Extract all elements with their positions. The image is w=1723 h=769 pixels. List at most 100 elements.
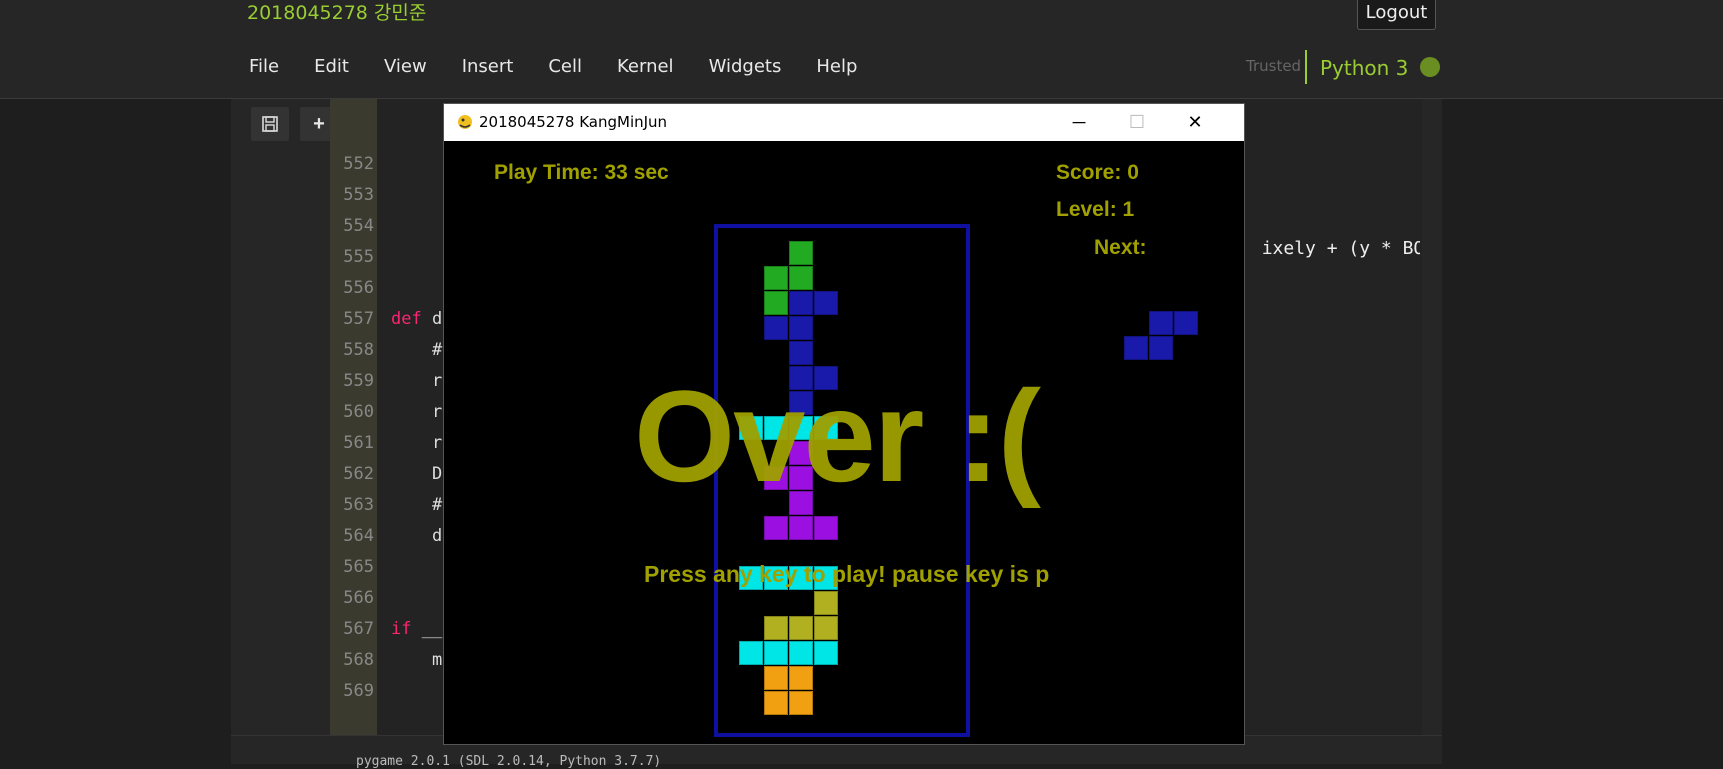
notebook-header: 2018045278 강민준 Logout File Edit View Ins… [0,0,1723,99]
line-number: 569 [343,681,374,701]
tetris-block [789,641,813,665]
logout-button[interactable]: Logout [1357,0,1436,30]
code-text: d [391,526,443,546]
tetris-block [789,666,813,690]
tetris-block [764,641,788,665]
line-number: 556 [343,278,374,298]
line-number: 560 [343,402,374,422]
code-line: D [391,464,442,484]
tetris-block [764,266,788,290]
tetris-block [789,316,813,340]
minimize-icon: ─ [1072,112,1086,132]
pygame-titlebar[interactable]: 2018045278 KangMinJun ─ ☐ ✕ [444,104,1244,141]
code-right-text: ixely + (y * BOXS [1261,238,1420,259]
close-button[interactable]: ✕ [1166,104,1224,141]
tetris-block [814,591,838,615]
kernel-status-icon [1420,57,1440,77]
play-time: Play Time: 33 sec [494,161,669,184]
tetris-block [814,641,838,665]
code-fragment-right: ixely + (y * BOXS [1240,217,1420,259]
menu-widgets[interactable]: Widgets [709,56,782,86]
line-number: 559 [343,371,374,391]
line-number: 557 [343,309,374,329]
code-text: d [421,309,443,329]
code-text: r [391,371,443,391]
maximize-button[interactable]: ☐ [1108,104,1166,141]
trusted-indicator[interactable]: Trusted [1246,57,1301,75]
tetris-block [789,691,813,715]
next-piece-block [1124,336,1148,360]
menu-edit[interactable]: Edit [314,56,349,86]
menu-cell[interactable]: Cell [548,56,582,86]
next-piece-block [1174,311,1198,335]
menu-help[interactable]: Help [816,56,857,86]
user-title: 2018045278 강민준 [247,2,427,24]
tetris-block [789,616,813,640]
tetris-block [789,291,813,315]
line-number: 552 [343,154,374,174]
game-canvas[interactable]: Play Time: 33 sec Score: 0 Level: 1 Next… [444,141,1244,744]
kernel-name[interactable]: Python 3 [1320,56,1408,80]
output-text: pygame 2.0.1 (SDL 2.0.14, Python 3.7.7) [356,754,662,769]
minimize-button[interactable]: ─ [1050,104,1108,141]
code-line: # [391,495,442,515]
code-text: # [391,340,443,360]
menu-insert[interactable]: Insert [462,56,514,86]
tetris-block [764,516,788,540]
line-number: 555 [343,247,374,267]
kernel-separator [1305,50,1307,84]
tetris-block [764,691,788,715]
tetris-block [764,616,788,640]
code-text: r [391,402,443,422]
code-line: d [391,526,442,546]
pygame-snake-icon [458,115,472,129]
menu-kernel[interactable]: Kernel [617,56,674,86]
line-number: 562 [343,464,374,484]
line-number: 561 [343,433,374,453]
tetris-block [814,291,838,315]
code-text: r [391,433,443,453]
code-text: m [391,650,443,670]
line-number: 566 [343,588,374,608]
code-line: r [391,433,442,453]
tetris-block [814,516,838,540]
code-text: # [391,495,443,515]
tetris-block [764,316,788,340]
code-line: r [391,402,442,422]
code-text: __ [411,619,443,639]
code-line: def d [391,309,442,329]
code-line: r [391,371,442,391]
line-number: 567 [343,619,374,639]
code-text: D [391,464,443,484]
code-line: m [391,650,442,670]
line-number: 553 [343,185,374,205]
level: Level: 1 [1056,198,1135,221]
game-over-text: Over :( [634,363,1041,509]
tetris-block [789,241,813,265]
pygame-window[interactable]: 2018045278 KangMinJun ─ ☐ ✕ Play Time: 3… [443,103,1245,745]
line-number: 563 [343,495,374,515]
press-key-text: Press any key to play! pause key is p [644,561,1050,587]
save-button[interactable] [251,107,289,141]
score: Score: 0 [1056,161,1139,184]
menu-bar: File Edit View Insert Cell Kernel Widget… [249,56,892,86]
line-number: 565 [343,557,374,577]
tetris-block [764,291,788,315]
menu-view[interactable]: View [384,56,427,86]
tetris-block [739,641,763,665]
code-keyword: def [391,309,422,329]
code-line: # [391,340,442,360]
line-number: 558 [343,340,374,360]
menu-file[interactable]: File [249,56,279,86]
tetris-block [814,616,838,640]
line-number: 568 [343,650,374,670]
tetris-block [789,516,813,540]
next-piece-block [1149,336,1173,360]
tetris-block [789,266,813,290]
next-label: Next: [1094,236,1147,259]
tetris-block [764,666,788,690]
close-icon: ✕ [1187,112,1203,132]
pygame-window-title: 2018045278 KangMinJun [479,113,668,131]
line-number: 564 [343,526,374,546]
code-line: if __ [391,619,442,639]
